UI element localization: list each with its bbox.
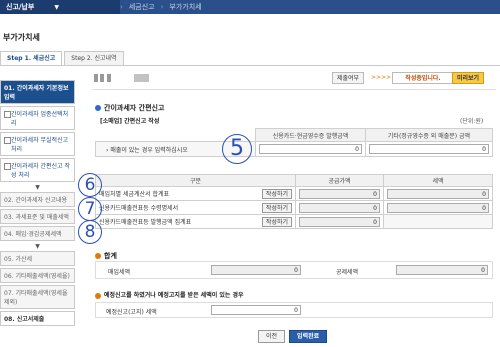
sales-row-label-text: 매출이 있는 경우 입력하십시오 (110, 146, 188, 154)
chevron-down-icon: ▼ (35, 243, 40, 250)
chevron-down-icon: ▼ (35, 184, 40, 191)
write-button[interactable]: 작성하기 (261, 188, 292, 199)
breadcrumb-tax-filing[interactable]: 세금신고 (123, 0, 161, 14)
other-amount-input[interactable]: 0 (369, 144, 489, 154)
user-id-redacted (94, 74, 149, 82)
write-button[interactable]: 작성하기 (261, 202, 292, 213)
card-amount-input[interactable]: 0 (259, 144, 362, 154)
tab-divider (0, 65, 500, 66)
tab-step2[interactable]: Step 2. 신고내역 (64, 51, 124, 66)
breadcrumb-vat[interactable]: 부가가치세 (163, 0, 207, 14)
marker-6: 6 (78, 173, 102, 197)
bullet-icon (95, 292, 101, 299)
marker-5: 5 (222, 134, 252, 164)
row-label: 신용카드매출전표등 발행금액 집계표 (99, 218, 192, 226)
status-bar: 제출여부 >>>> 작성중입니다. 미리보기 (92, 71, 496, 85)
sidebar-sub-no-record[interactable]: 간이과세자 무실적신고 처리 (0, 132, 75, 156)
purchase-tax-label: 매입세액 (108, 269, 131, 276)
sidebar-item-tax-base[interactable]: 03. 과세표준 및 매출세액 (0, 209, 75, 224)
tax-cell: 0 (383, 200, 493, 215)
section-main-text: 간이과세자 간편신고 (104, 104, 165, 112)
sidebar-sub-simple-report[interactable]: 간이과세자 간편신고 작성 처리 (0, 158, 75, 182)
sidebar-item-deduction[interactable]: 04. 매입·경감공제세액 (0, 226, 75, 241)
summary-title-text: 합계 (104, 252, 117, 260)
sidebar-item-basic-info[interactable]: 01. 간이과세자 기본정보 입력 (0, 80, 75, 104)
bullet-icon (95, 105, 101, 111)
tax-input: 0 (387, 202, 489, 213)
nav-title[interactable]: 신고/납부 ▼ (0, 0, 120, 14)
detail-table: 구분 공급가액 세액 매입처별 세금계산서 합계표 작성하기 0 0 신용카드매출… (95, 174, 493, 229)
supply-cell: 0 (295, 214, 384, 229)
arrow-indicator: >>>> (371, 74, 392, 81)
summary-row: 매입세액 0 공제세액 0 (95, 261, 493, 279)
marker-8: 8 (78, 220, 102, 244)
supply-input: 0 (299, 188, 380, 199)
col-category: 구분 (95, 174, 296, 187)
sidebar-item-other-sales-zero[interactable]: 06. 기타매출세액(영세율) (0, 268, 75, 283)
status-text: 작성중입니다. (392, 72, 454, 84)
submit-status-label: 제출여부 (332, 72, 365, 84)
supply-cell: 0 (295, 186, 384, 201)
deduct-tax-label: 공제세액 (336, 269, 359, 276)
page-title: 부가가치세 (3, 33, 40, 42)
preview-button[interactable]: 미리보기 (452, 72, 485, 84)
tab-bar: Step 1. 세금신고 Step 2. 신고내역 (0, 51, 126, 66)
section-title-sales: [소매업] 간편신고 작성 (100, 118, 160, 125)
table-row: 신용카드매출전표등 발행금액 집계표 작성하기 0 (95, 214, 493, 229)
table-row: 신용카드매출전표등 수령명세서 작성하기 0 0 (95, 200, 493, 215)
decision-title-text: 예정신고를 하였거나 예정고지를 받은 세액이 있는 경우 (104, 292, 244, 299)
supply-input: 0 (299, 216, 380, 227)
col-card-amount: 신용카드·현금영수증 발행금액 (255, 128, 366, 142)
prev-button[interactable]: 이전 (258, 330, 286, 343)
col-other-amount: 기타(정규영수증 외 매출분) 금액 (365, 128, 493, 142)
section-title-decision: 예정신고를 하였거나 예정고지를 받은 세액이 있는 경우 (95, 290, 244, 299)
row-label-cell: 매입처별 세금계산서 합계표 작성하기 (95, 186, 296, 201)
purchase-tax-input: 0 (211, 265, 301, 275)
tax-input: 0 (387, 188, 489, 199)
sidebar-item-submit[interactable]: 08. 신고서제출 (0, 311, 75, 326)
marker-7: 7 (78, 197, 102, 221)
sidebar: 01. 간이과세자 기본정보 입력 간이과세자 업종선택처리 간이과세자 무실적… (0, 80, 75, 328)
row-label: 신용카드매출전표등 수령명세서 (99, 204, 179, 212)
decision-row: 예정신고(고지) 세액 0 (95, 302, 493, 318)
deduct-tax-input: 0 (396, 265, 488, 275)
sidebar-item-penalty[interactable]: 05. 가산세 (0, 251, 75, 266)
table-row: 매입처별 세금계산서 합계표 작성하기 0 0 (95, 186, 493, 201)
tax-cell-empty (383, 214, 493, 229)
row-label: 매입처별 세금계산서 합계표 (99, 190, 170, 198)
row-label-cell: 신용카드매출전표등 발행금액 집계표 작성하기 (95, 214, 296, 229)
nav-title-text: 신고/납부 (6, 3, 35, 11)
col-supply: 공급가액 (295, 174, 384, 187)
row-label-cell: 신용카드매출전표등 수령명세서 작성하기 (95, 200, 296, 215)
card-amount-cell: 0 (255, 141, 366, 157)
col-tax: 세액 (383, 174, 493, 187)
section-title-summary: 합계 (95, 251, 117, 261)
section-title-main: 간이과세자 간편신고 (95, 103, 164, 113)
supply-cell: 0 (295, 200, 384, 215)
decision-input[interactable]: 0 (211, 305, 301, 315)
unit-label: (단위:원) (460, 118, 484, 125)
bullet-icon (95, 253, 101, 259)
sidebar-sub-industry[interactable]: 간이과세자 업종선택처리 (0, 106, 75, 130)
write-button[interactable]: 작성하기 (261, 216, 292, 227)
tax-cell: 0 (383, 186, 493, 201)
other-amount-cell: 0 (365, 141, 493, 157)
divider (92, 89, 496, 90)
sidebar-item-report[interactable]: 02. 간이과세자 신고내용 (0, 192, 75, 207)
chevron-down-icon[interactable]: ▼ (54, 1, 59, 15)
top-nav-bar: 신고/납부 ▼ › 세금신고 › 부가가치세 (0, 0, 500, 14)
bottom-actions: 이전 입력완료 (258, 330, 328, 343)
sales-table: 신용카드·현금영수증 발행금액 기타(정규영수증 외 매출분) 금액 › 매출이… (95, 128, 493, 157)
decision-label: 예정신고(고지) 세액 (106, 309, 157, 316)
sidebar-item-other-sales[interactable]: 07. 기타매출세액(영세율제외) (0, 285, 75, 309)
tab-step1[interactable]: Step 1. 세금신고 (0, 51, 63, 66)
submit-input-button[interactable]: 입력완료 (289, 330, 328, 343)
supply-input: 0 (299, 202, 380, 213)
